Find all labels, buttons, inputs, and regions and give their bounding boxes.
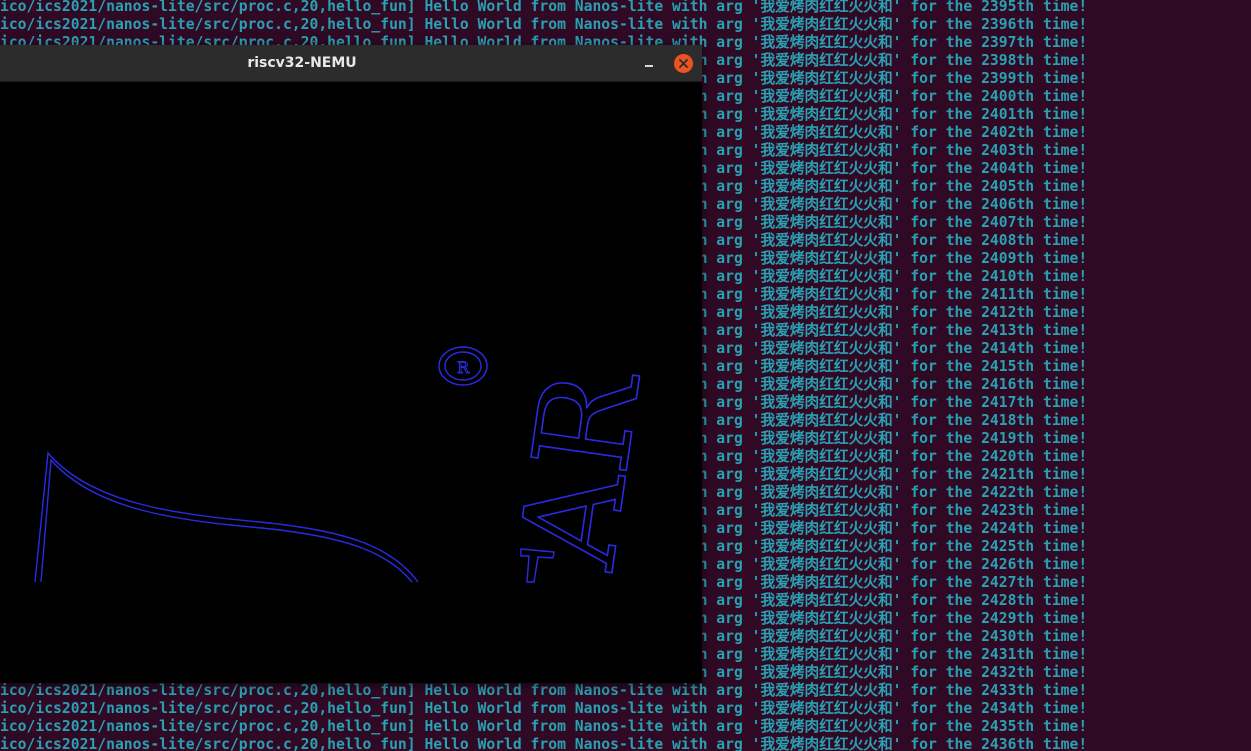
terminal-line: ico/ics2021/nanos-lite/src/proc.c,20,hel… <box>0 682 1088 699</box>
rotated-glyphs: AR <box>491 359 671 578</box>
nemu-window: riscv32-NEMU R AR <box>0 45 702 683</box>
terminal-line: ico/ics2021/nanos-lite/src/proc.c,20,hel… <box>0 718 1088 735</box>
swoosh-stroke <box>34 451 419 583</box>
nemu-display-canvas[interactable]: R AR <box>0 82 702 683</box>
terminal-line: ico/ics2021/nanos-lite/src/proc.c,20,hel… <box>0 0 1088 15</box>
window-titlebar[interactable]: riscv32-NEMU <box>0 45 702 82</box>
registered-mark-letter: R <box>457 358 470 377</box>
terminal-line: ico/ics2021/nanos-lite/src/proc.c,20,hel… <box>0 736 1088 751</box>
close-icon <box>679 59 688 68</box>
terminal-line: ico/ics2021/nanos-lite/src/proc.c,20,hel… <box>0 16 1088 33</box>
minimize-icon <box>645 65 653 67</box>
window-title: riscv32-NEMU <box>247 55 357 71</box>
minimize-button[interactable] <box>638 53 660 73</box>
terminal-line: ico/ics2021/nanos-lite/src/proc.c,20,hel… <box>0 700 1088 717</box>
rendered-graphics: R AR <box>34 346 672 583</box>
close-button[interactable] <box>674 54 693 73</box>
